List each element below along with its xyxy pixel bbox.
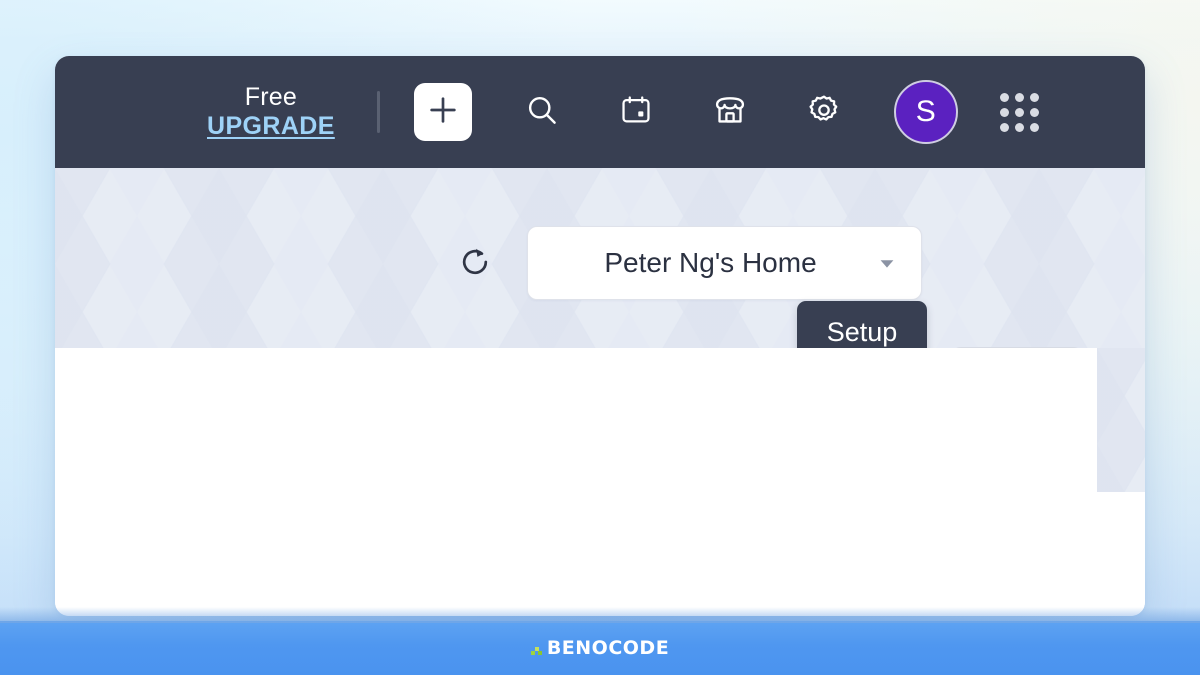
site-select-value: Peter Ng's Home [604, 247, 817, 278]
add-button[interactable] [413, 83, 472, 141]
benocode-wordmark: BENOCODE [546, 637, 670, 659]
benocode-logo-mark [530, 642, 542, 655]
grid-dot [999, 107, 1009, 117]
setup-tooltip-label: Setup [826, 316, 898, 347]
grid-dot [999, 122, 1009, 132]
plan-status-block[interactable]: Free UPGRADE [207, 83, 335, 141]
plan-label: Free [244, 83, 298, 112]
search-button[interactable] [514, 84, 570, 140]
search-icon [524, 92, 560, 133]
grid-dot [1014, 92, 1024, 102]
content-bottom-fill [1097, 492, 1145, 616]
grid-dot [1014, 122, 1024, 132]
gear-icon [806, 92, 842, 133]
grid-dot [999, 92, 1009, 102]
apps-grid-icon[interactable] [999, 92, 1039, 132]
grid-dot [1029, 122, 1039, 132]
storefront-icon [712, 92, 748, 133]
grid-dot [1014, 107, 1024, 117]
avatar-initial: S [915, 95, 936, 128]
calendar-button[interactable] [608, 84, 664, 140]
grid-dot [1029, 92, 1039, 102]
content-side-strip [1097, 348, 1145, 492]
store-button[interactable] [702, 84, 758, 140]
calendar-icon [619, 93, 653, 132]
grid-dot [1029, 107, 1039, 117]
site-select[interactable]: Peter Ng's Home [527, 226, 922, 300]
settings-button[interactable] [796, 84, 852, 140]
refresh-button[interactable] [455, 244, 495, 284]
topbar-divider [376, 91, 380, 133]
refresh-icon [457, 244, 493, 285]
app-window-card: Free UPGRADE S Peter Ng's Home Setup [55, 56, 1145, 616]
subheader-toolbar: Peter Ng's Home Setup [55, 168, 1145, 348]
background-pattern [1097, 348, 1145, 492]
footer-brand-band: BENOCODE [0, 607, 1200, 675]
setup-tooltip: Setup [797, 301, 927, 348]
chevron-down-icon [875, 251, 899, 275]
plus-icon [426, 93, 460, 132]
page-root: Free UPGRADE S Peter Ng's Home Setup BEN… [0, 0, 1200, 675]
avatar[interactable]: S [893, 80, 958, 144]
upgrade-link[interactable]: UPGRADE [207, 112, 335, 141]
main-content-panel [55, 348, 1097, 616]
top-navigation-bar: Free UPGRADE S [55, 56, 1145, 168]
